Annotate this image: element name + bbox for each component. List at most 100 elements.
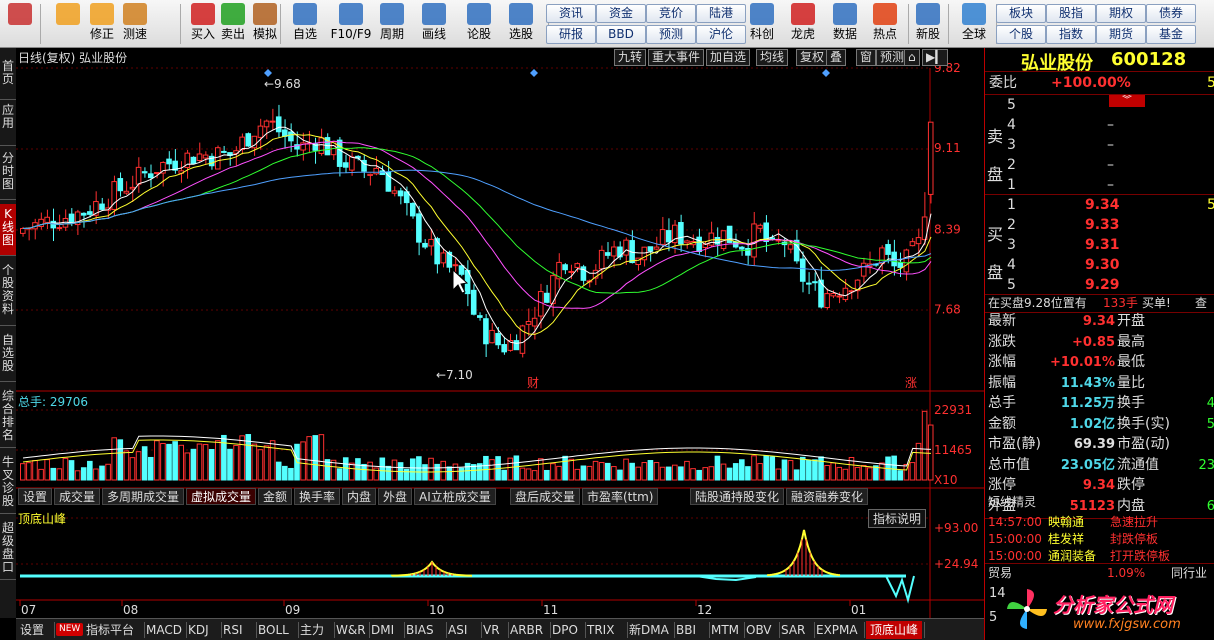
elf-row[interactable]: 14:57:00 映翰通 急速拉升 <box>985 514 1214 531</box>
sell-button[interactable]: 卖出 <box>218 2 248 46</box>
bottom-tab[interactable]: RSI <box>223 621 243 639</box>
left-tab[interactable]: 首页 <box>0 56 16 100</box>
quick-button[interactable]: 板块 <box>996 4 1046 23</box>
indicator-tab[interactable]: 成交量 <box>54 488 101 505</box>
event-diamond-icon[interactable] <box>530 69 538 77</box>
bottom-tab[interactable]: MACD <box>146 621 182 639</box>
chart-header-button[interactable]: 叠 <box>826 49 847 66</box>
chart-header-button[interactable]: 重大事件 <box>648 49 705 66</box>
bottom-tab[interactable]: EXPMA <box>816 621 858 639</box>
indicator-tab[interactable]: 盘后成交量 <box>510 488 581 505</box>
stock-pick-button[interactable]: 选股 <box>502 2 540 46</box>
quick-button[interactable]: 期权 <box>1096 4 1146 23</box>
indicator-tab[interactable]: 内盘 <box>342 488 377 505</box>
indicator-tab[interactable]: 多周期成交量 <box>102 488 185 505</box>
bottom-tab[interactable]: 顶底山峰 <box>866 621 923 639</box>
kline-chart-svg[interactable]: 9.829.118.397.682293111465X10+93.00+24.9… <box>16 48 984 618</box>
left-tab[interactable]: 应用 <box>0 100 16 146</box>
lock-icon[interactable]: ⌂ <box>904 49 920 66</box>
bottom-tab[interactable]: 主力 <box>300 621 324 639</box>
bottom-tab[interactable]: OBV <box>746 621 772 639</box>
bottom-tab[interactable]: W&R <box>336 621 366 639</box>
quick-button[interactable]: 沪伦 <box>696 25 746 44</box>
chart-header-button[interactable]: 加自选 <box>706 49 751 66</box>
quick-button[interactable]: 个股 <box>996 25 1046 44</box>
back-arrow-button[interactable] <box>52 2 84 46</box>
bottom-tab[interactable]: DMI <box>371 621 394 639</box>
bottom-tab[interactable]: BBI <box>676 621 696 639</box>
quick-button[interactable]: BBD <box>596 25 646 44</box>
left-tab[interactable]: 超级盘口 <box>0 518 16 580</box>
indicator-tab[interactable]: 换手率 <box>294 488 341 505</box>
bottom-tab[interactable]: BIAS <box>406 621 434 639</box>
bottom-tab[interactable]: DPO <box>552 621 578 639</box>
hammer-button[interactable]: 模拟 <box>250 2 280 46</box>
indicator-tab[interactable]: AI立桩成交量 <box>414 488 496 505</box>
bottom-tab[interactable]: KDJ <box>188 621 209 639</box>
quick-button[interactable]: 研报 <box>546 25 596 44</box>
quick-button[interactable]: 期货 <box>1096 25 1146 44</box>
dragon-button[interactable]: 龙虎 <box>784 2 822 46</box>
bottom-tab[interactable]: SAR <box>781 621 805 639</box>
quick-button[interactable]: 竞价 <box>646 4 696 23</box>
quick-button[interactable]: 预测 <box>646 25 696 44</box>
quick-button[interactable]: 资金 <box>596 4 646 23</box>
forum-button[interactable]: 论股 <box>460 2 498 46</box>
indicator-tab[interactable]: 陆股通持股变化 <box>690 488 785 505</box>
bottom-tab[interactable]: VR <box>483 621 500 639</box>
bottom-tab[interactable]: 指标平台 <box>86 621 134 639</box>
chart-header-button[interactable]: 九转 <box>614 49 647 66</box>
bottom-tab[interactable]: 设置 <box>20 621 44 639</box>
quick-button[interactable]: 股指 <box>1046 4 1096 23</box>
quick-button[interactable]: 资讯 <box>546 4 596 23</box>
windows-grid-button[interactable] <box>4 2 36 46</box>
industry-row[interactable]: 贸易 1.09% 同行业 <box>985 564 1214 582</box>
event-diamond-icon[interactable] <box>822 69 830 77</box>
indicator-help-button[interactable]: 指标说明 <box>868 509 927 528</box>
indicator-tab[interactable]: 市盈率(ttm) <box>582 488 659 505</box>
quick-button[interactable]: 陆港 <box>696 4 746 23</box>
left-tab[interactable]: 分时图 <box>0 148 16 200</box>
chart-header-button[interactable]: 均线 <box>756 49 789 66</box>
chart-header-button[interactable]: 复权 <box>796 49 829 66</box>
indicator-tab[interactable]: 金额 <box>258 488 293 505</box>
left-tab[interactable]: 个股资料 <box>0 260 16 326</box>
kline-chart-area[interactable]: 9.82 9.11 8.39 7.68 22931 11465 X10 +93.00 +24.9… <box>16 48 984 618</box>
indicator-tab[interactable]: 设置 <box>18 488 53 505</box>
left-tab[interactable]: 自选股 <box>0 330 16 382</box>
buy-button[interactable]: 买入 <box>188 2 218 46</box>
left-tab[interactable]: K线图 <box>0 204 16 256</box>
left-tab[interactable]: 综合排名 <box>0 386 16 448</box>
event-diamond-icon[interactable] <box>264 69 272 77</box>
indicator-tab[interactable]: 融资融券变化 <box>786 488 869 505</box>
bottom-tab[interactable]: ARBR <box>510 621 543 639</box>
bottom-tab[interactable]: BOLL <box>258 621 289 639</box>
globe-button[interactable]: 全球 <box>956 2 992 46</box>
chart-header-button[interactable]: 窗 <box>856 49 877 66</box>
left-tab[interactable]: 牛叉诊股 <box>0 452 16 514</box>
order-alert-more-link[interactable]: 查 <box>1195 294 1207 312</box>
quick-button[interactable]: 基金 <box>1146 25 1196 44</box>
pe-button[interactable]: 数据 <box>826 2 864 46</box>
cycle-button[interactable]: 周期 <box>372 2 412 46</box>
quick-button[interactable]: 债券 <box>1146 4 1196 23</box>
indicator-tab[interactable]: 外盘 <box>378 488 413 505</box>
pencil-button[interactable]: 画线 <box>414 2 454 46</box>
star-button[interactable]: 自选 <box>286 2 324 46</box>
bottom-tab[interactable]: TRIX <box>587 621 614 639</box>
hot-button[interactable]: 热点 <box>866 2 904 46</box>
bottom-tab[interactable]: ASI <box>448 621 467 639</box>
pin-icon[interactable]: ▶▎ <box>922 49 949 66</box>
up-down-arrow-button[interactable]: 修正 <box>86 2 118 46</box>
low-price-label: ←7.10 <box>436 368 473 382</box>
indicator-tab[interactable]: 虚拟成交量 <box>186 488 257 505</box>
quick-button[interactable]: 指数 <box>1046 25 1096 44</box>
new-stock-button[interactable]: 新股 <box>908 2 948 46</box>
f10-button[interactable]: F10/F9 <box>328 2 374 46</box>
bottom-tab[interactable]: MTM <box>711 621 739 639</box>
elf-row[interactable]: 15:00:00 桂发祥 封跌停板 <box>985 531 1214 548</box>
chart-button[interactable]: 科创 <box>744 2 780 46</box>
clock-button[interactable]: 测速 <box>118 2 152 46</box>
bottom-tab[interactable]: 新DMA <box>629 621 669 639</box>
bottom-tab[interactable]: NEW <box>56 623 84 636</box>
